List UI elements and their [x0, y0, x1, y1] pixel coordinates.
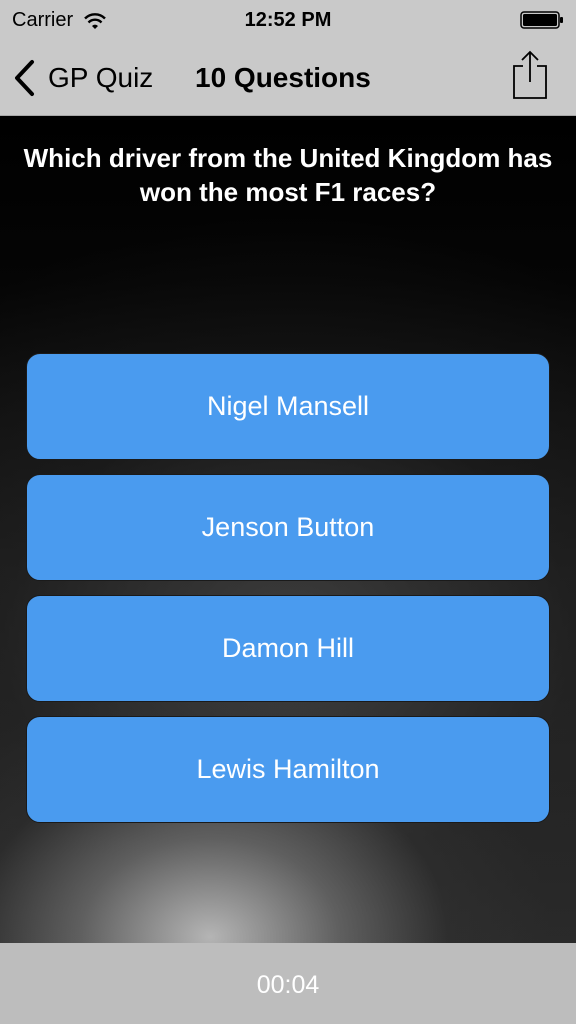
- navigation-bar: GP Quiz 10 Questions: [0, 40, 576, 116]
- answer-button[interactable]: Lewis Hamilton: [26, 716, 550, 823]
- battery-icon: [520, 11, 563, 29]
- answer-button[interactable]: Nigel Mansell: [26, 353, 550, 460]
- back-button-label: GP Quiz: [48, 62, 154, 93]
- page-title: 10 Questions: [195, 62, 371, 93]
- status-bar: Carrier 12:52 PM: [0, 0, 576, 40]
- share-icon[interactable]: [512, 50, 548, 100]
- answer-list: Nigel Mansell Jenson Button Damon Hill L…: [26, 353, 550, 837]
- question-text: Which driver from the United Kingdom has…: [23, 143, 553, 207]
- chevron-left-icon: [15, 60, 34, 96]
- status-time: 12:52 PM: [244, 9, 332, 31]
- answer-button[interactable]: Damon Hill: [26, 595, 550, 702]
- answer-button[interactable]: Jenson Button: [26, 474, 550, 581]
- timer: 00:04: [256, 971, 320, 999]
- footer-bar: 00:04: [0, 943, 576, 1024]
- back-button[interactable]: GP Quiz: [12, 58, 153, 98]
- quiz-content: Which driver from the United Kingdom has…: [0, 117, 576, 943]
